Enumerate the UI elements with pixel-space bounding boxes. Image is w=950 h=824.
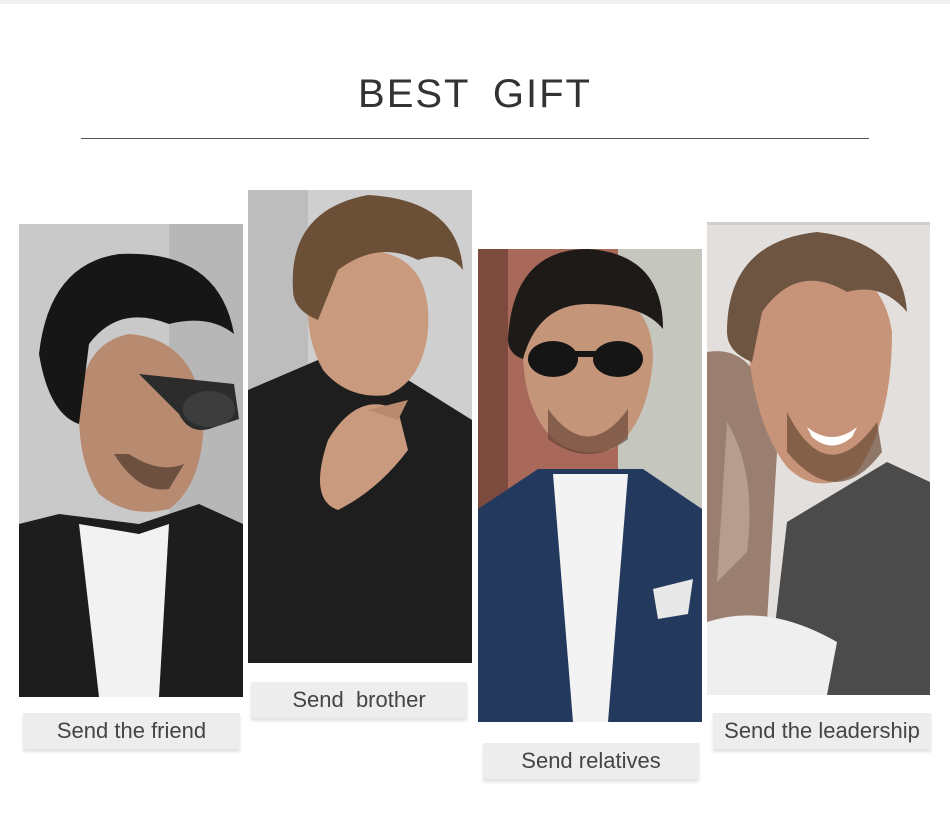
label-send-brother: Send brother (251, 682, 467, 718)
photo-leadership (707, 222, 930, 695)
photo-relatives (478, 249, 702, 722)
photo-friend (19, 224, 243, 697)
page-title: BEST GIFT (358, 72, 592, 116)
label-send-relatives: Send relatives (483, 743, 699, 779)
label-send-friend: Send the friend (23, 713, 240, 749)
label-send-leadership: Send the leadership (713, 713, 931, 749)
photo-brother (248, 190, 472, 663)
top-strip (0, 0, 950, 4)
title-divider (81, 138, 869, 139)
